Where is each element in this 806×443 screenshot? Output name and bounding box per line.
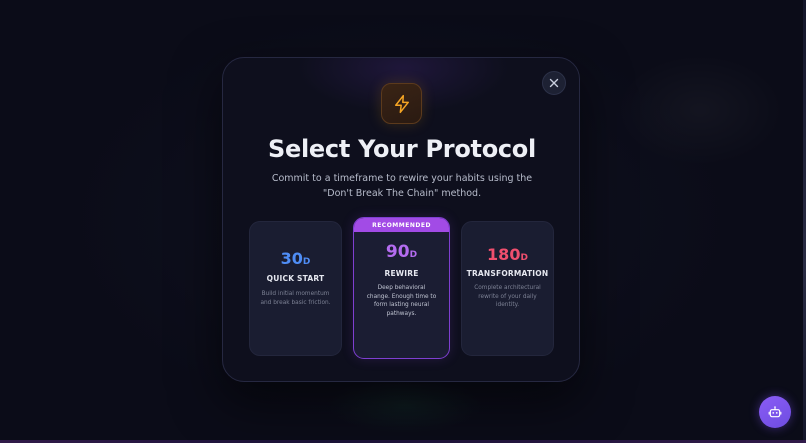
plan-days: 30D	[250, 250, 341, 271]
plan-card-rewire[interactable]: RECOMMENDED 90D REWIRE Deep behavioral c…	[353, 217, 450, 359]
lightning-bolt-icon	[394, 94, 409, 113]
plan-days: 180D	[462, 246, 553, 267]
plan-days-unit: D	[302, 257, 311, 267]
assistant-button[interactable]	[759, 396, 791, 428]
plan-description: Build initial momentum and break basic f…	[260, 291, 331, 306]
recommended-badge: RECOMMENDED	[354, 218, 449, 232]
plan-days-unit: D	[520, 253, 528, 263]
plan-card-quick-start[interactable]: 30D QUICK START Build initial momentum a…	[249, 221, 342, 356]
plan-name: TRANSFORMATION	[466, 269, 549, 278]
plan-days-number: 30	[280, 249, 303, 268]
plan-days: 90D	[354, 243, 449, 264]
plan-days-number: 90	[385, 242, 410, 262]
plan-days-number: 180	[487, 245, 521, 264]
protocol-modal: Select Your Protocol Commit to a timefra…	[222, 57, 580, 382]
plan-card-transformation[interactable]: 180D TRANSFORMATION Complete architectur…	[461, 221, 554, 356]
plan-name: QUICK START	[266, 274, 325, 283]
protocol-badge	[381, 83, 422, 124]
plan-name: REWIRE	[384, 269, 419, 278]
plan-description: Deep behavioral change. Enough time to f…	[366, 285, 437, 318]
close-icon	[549, 78, 559, 88]
plan-days-unit: D	[409, 250, 418, 260]
modal-subtitle: Commit to a timeframe to rewire your hab…	[271, 173, 533, 199]
robot-icon	[768, 406, 782, 418]
close-button[interactable]	[542, 71, 566, 95]
modal-title: Select Your Protocol	[268, 135, 536, 163]
plan-description: Complete architectural rewrite of your d…	[474, 285, 541, 309]
